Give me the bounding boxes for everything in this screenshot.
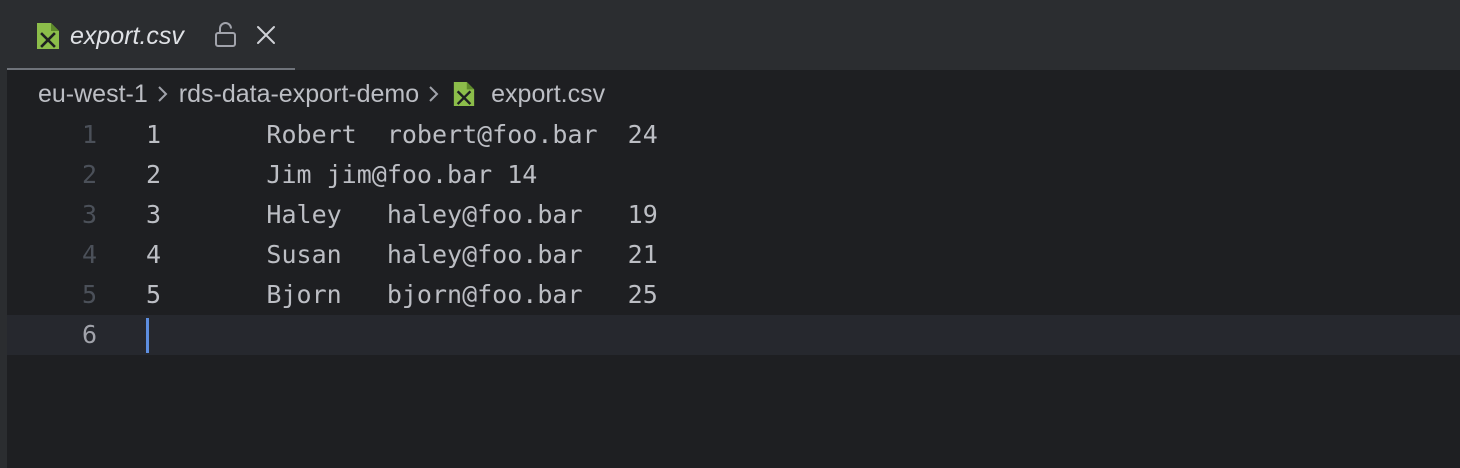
csv-file-icon <box>454 82 475 106</box>
editor-line[interactable]: 5 5 Bjorn bjorn@foo.bar 25 <box>7 275 1460 315</box>
chevron-right-icon <box>158 86 168 102</box>
tab-export-csv[interactable]: export.csv <box>7 0 295 70</box>
line-number: 6 <box>81 320 97 349</box>
line-text[interactable]: 5 Bjorn bjorn@foo.bar 25 <box>146 275 658 315</box>
breadcrumb-item-file[interactable]: export.csv <box>491 76 605 112</box>
lock-icon <box>215 22 236 47</box>
line-text[interactable]: 2 Jim jim@foo.bar 14 <box>146 155 537 195</box>
editor-area[interactable]: eu-west-1 rds-data-export-demo export.cs… <box>7 70 1460 468</box>
text-caret <box>146 318 149 353</box>
breadcrumb-item-bucket[interactable]: rds-data-export-demo <box>179 76 419 112</box>
editor-line[interactable]: 4 4 Susan haley@foo.bar 21 <box>7 235 1460 275</box>
close-icon[interactable] <box>255 24 277 46</box>
line-number: 2 <box>81 160 97 189</box>
chevron-right-icon <box>429 86 439 102</box>
editor-line-current[interactable]: 6 <box>7 315 1460 355</box>
editor-line[interactable]: 1 1 Robert robert@foo.bar 24 <box>7 115 1460 155</box>
line-number: 4 <box>81 240 97 269</box>
breadcrumb: eu-west-1 rds-data-export-demo export.cs… <box>38 76 605 112</box>
editor-tab-bar: export.csv <box>0 0 1460 70</box>
line-text[interactable]: 4 Susan haley@foo.bar 21 <box>146 235 658 275</box>
editor-line[interactable]: 2 2 Jim jim@foo.bar 14 <box>7 155 1460 195</box>
line-text[interactable]: 1 Robert robert@foo.bar 24 <box>146 115 658 155</box>
line-number: 1 <box>81 120 97 149</box>
breadcrumb-item-region[interactable]: eu-west-1 <box>38 76 148 112</box>
tab-label: export.csv <box>70 22 184 50</box>
line-text[interactable]: 3 Haley haley@foo.bar 19 <box>146 195 658 235</box>
editor-line[interactable]: 3 3 Haley haley@foo.bar 19 <box>7 195 1460 235</box>
line-number: 3 <box>81 200 97 229</box>
csv-file-icon <box>37 23 59 49</box>
line-number: 5 <box>81 280 97 309</box>
